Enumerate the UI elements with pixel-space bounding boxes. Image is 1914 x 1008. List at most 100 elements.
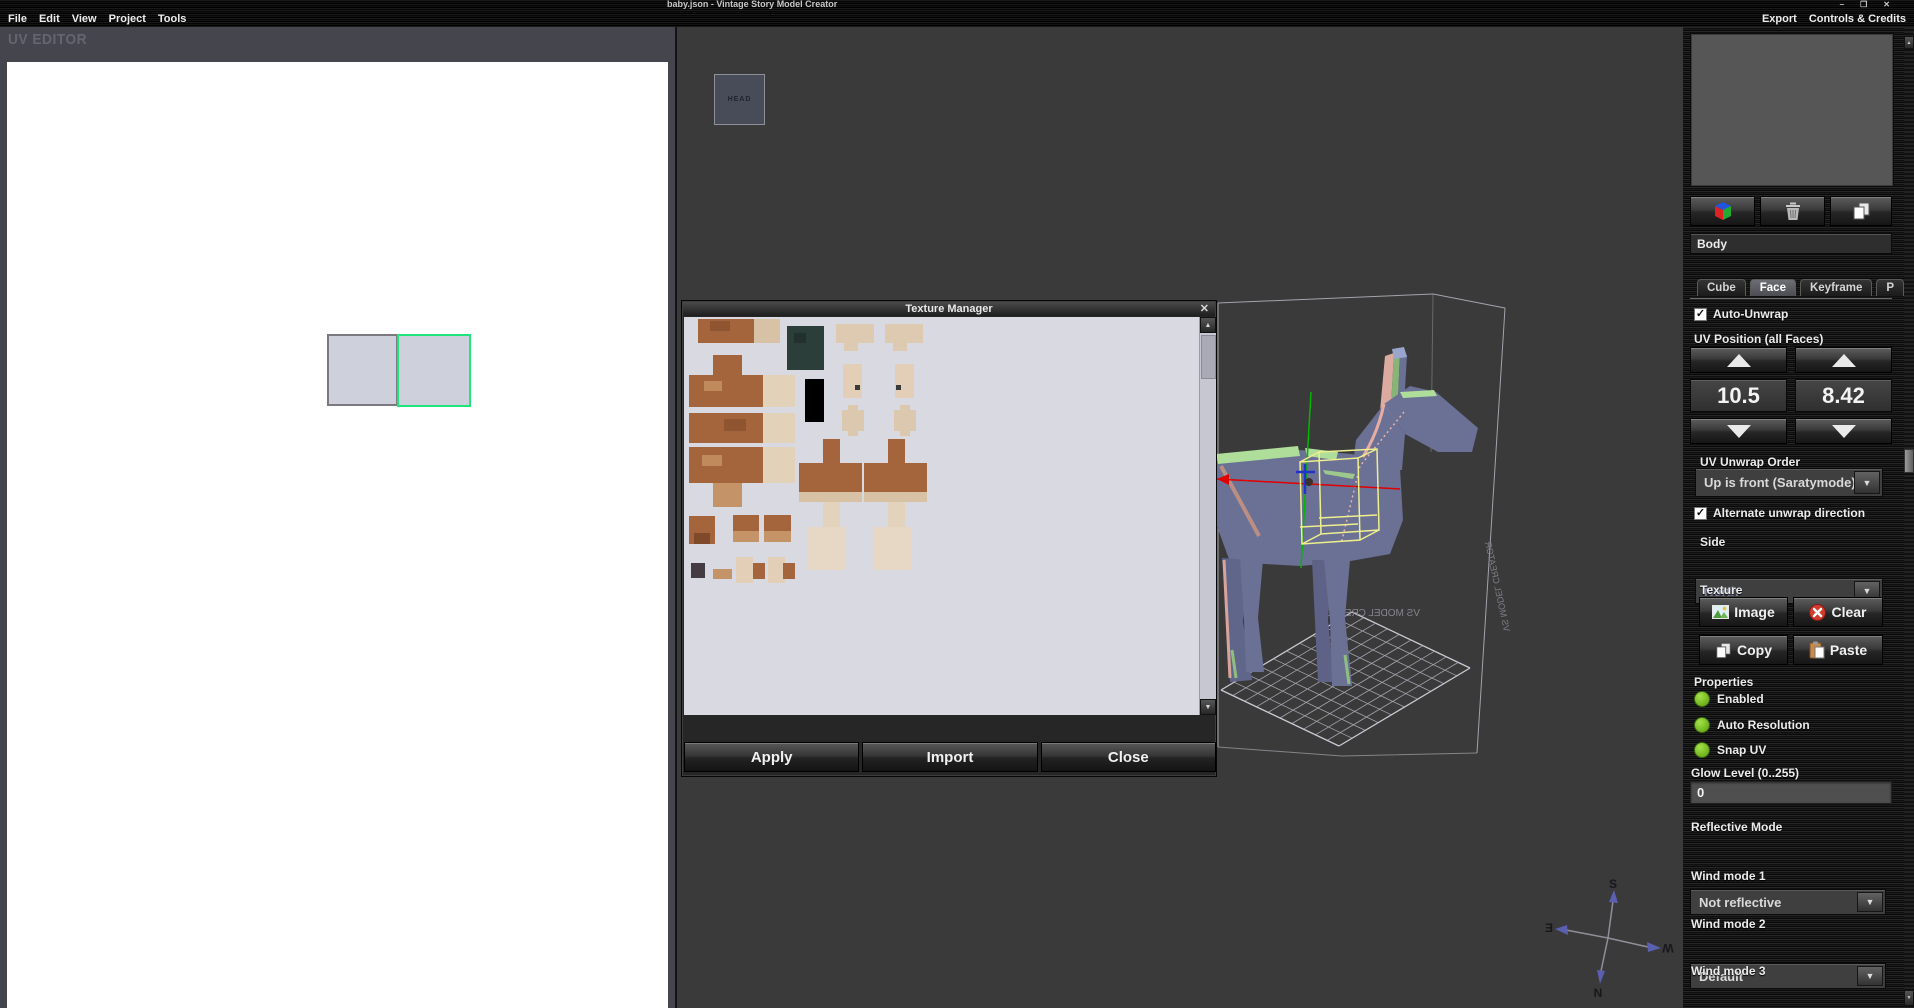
texture-sprite[interactable] [799, 463, 862, 492]
texture-sprite[interactable] [713, 483, 742, 507]
texture-sprite[interactable] [763, 375, 795, 407]
duplicate-button[interactable] [1830, 196, 1892, 226]
sidebar-scroll-up-icon[interactable]: ▲ [1904, 36, 1914, 49]
dialog-close-icon[interactable]: ✕ [1200, 302, 1209, 315]
scroll-down-icon[interactable]: ▼ [1200, 699, 1216, 715]
texture-sprite[interactable] [874, 527, 912, 570]
texture-sprite[interactable] [704, 381, 722, 391]
texture-sprite[interactable] [888, 502, 905, 531]
texture-sprite[interactable] [689, 375, 763, 407]
texture-sprite[interactable] [702, 455, 722, 466]
menu-project[interactable]: Project [103, 13, 152, 25]
texture-sprite[interactable] [713, 355, 742, 375]
menu-tools[interactable]: Tools [152, 13, 193, 25]
glow-level-input[interactable]: 0 [1690, 781, 1892, 804]
tab-keyframe[interactable]: Keyframe [1800, 279, 1872, 296]
texture-copy-button[interactable]: Copy [1699, 635, 1788, 665]
texture-sprite[interactable] [844, 343, 858, 351]
auto-unwrap-checkbox[interactable]: ✓ [1694, 308, 1707, 321]
texture-sprite[interactable] [694, 533, 710, 544]
texture-sprite[interactable] [823, 502, 840, 531]
texture-sprite[interactable] [808, 527, 846, 570]
texture-sprite[interactable] [689, 447, 763, 483]
reflective-mode-select[interactable]: Not reflective ▼ [1690, 889, 1886, 915]
texture-paste-button[interactable]: Paste [1793, 635, 1883, 665]
chevron-down-icon[interactable]: ▼ [1857, 892, 1883, 912]
sidebar-scroll-down-icon[interactable]: ▼ [1904, 990, 1914, 1006]
dialog-title-bar[interactable]: Texture Manager ✕ [683, 302, 1215, 316]
texture-sprite[interactable] [836, 324, 874, 343]
menu-export[interactable]: Export [1756, 13, 1803, 25]
texture-atlas-area[interactable]: ▲ ▼ [684, 317, 1216, 715]
texture-sprite[interactable] [733, 531, 759, 542]
texture-sprite[interactable] [896, 385, 901, 390]
texture-sprite[interactable] [768, 557, 785, 583]
texture-atlas[interactable] [684, 317, 1199, 715]
texture-sprite[interactable] [710, 321, 730, 331]
uv-editor-canvas[interactable] [7, 62, 668, 1008]
texture-sprite[interactable] [888, 439, 905, 463]
texture-sprite[interactable] [763, 447, 795, 483]
texture-sprite[interactable] [794, 333, 806, 343]
texture-sprite[interactable] [823, 439, 840, 463]
menu-file[interactable]: File [2, 13, 33, 25]
close-button[interactable]: Close [1041, 742, 1216, 772]
chevron-down-icon[interactable]: ▼ [1854, 471, 1880, 494]
sidebar-scroll-thumb[interactable] [1904, 449, 1914, 473]
texture-sprite[interactable] [855, 385, 860, 390]
texture-sprite[interactable] [783, 563, 795, 579]
uv-u-value[interactable]: 10.5 [1690, 379, 1787, 412]
tab-face[interactable]: Face [1750, 279, 1796, 296]
texture-sprite[interactable] [864, 463, 927, 492]
texture-sprite[interactable] [787, 326, 824, 370]
uv-v-increase-button[interactable] [1795, 347, 1892, 373]
texture-sprite[interactable] [864, 492, 927, 502]
texture-sprite[interactable] [843, 364, 862, 398]
chevron-down-icon[interactable]: ▼ [1857, 966, 1883, 986]
delete-button[interactable] [1760, 196, 1825, 226]
texture-sprite[interactable] [805, 379, 824, 422]
texture-sprite[interactable] [691, 563, 705, 578]
texture-sprite[interactable] [893, 343, 907, 351]
tab-cube[interactable]: Cube [1697, 279, 1746, 296]
toggle-auto-resolution[interactable]: Auto Resolution [1694, 717, 1810, 733]
texture-sprite[interactable] [764, 531, 791, 542]
texture-sprite[interactable] [736, 557, 753, 583]
alternate-unwrap-checkbox[interactable]: ✓ [1694, 507, 1707, 520]
texture-sprite[interactable] [885, 324, 923, 343]
texture-sprite[interactable] [753, 563, 765, 579]
texture-sprite[interactable] [848, 405, 858, 436]
dialog-scrollbar[interactable]: ▲ ▼ [1199, 317, 1216, 715]
toggle-snap-uv[interactable]: Snap UV [1694, 742, 1766, 758]
menu-view[interactable]: View [66, 13, 103, 25]
texture-sprite[interactable] [724, 419, 746, 431]
uv-v-value[interactable]: 8.42 [1795, 379, 1892, 412]
element-preview-box[interactable] [1690, 33, 1894, 187]
toggle-enabled[interactable]: Enabled [1694, 691, 1764, 707]
uv-u-decrease-button[interactable] [1690, 418, 1787, 444]
uv-quad-selected[interactable] [397, 334, 471, 407]
uv-unwrap-order-select[interactable]: Up is front (Saratymode) ▼ [1695, 468, 1883, 497]
scroll-up-icon[interactable]: ▲ [1200, 317, 1216, 333]
apply-button[interactable]: Apply [684, 742, 859, 772]
uv-u-increase-button[interactable] [1690, 347, 1787, 373]
texture-sprite[interactable] [754, 319, 780, 343]
texture-sprite[interactable] [900, 405, 910, 436]
texture-image-button[interactable]: Image [1699, 597, 1788, 627]
element-name-field[interactable]: Body [1690, 233, 1892, 254]
dialog-scroll-thumb[interactable] [1201, 335, 1216, 379]
texture-sprite[interactable] [763, 413, 795, 443]
close-icon[interactable]: ✕ [1883, 0, 1890, 9]
sidebar-scrollbar-track[interactable] [1904, 27, 1914, 1008]
menu-edit[interactable]: Edit [33, 13, 66, 25]
uv-v-decrease-button[interactable] [1795, 418, 1892, 444]
import-button[interactable]: Import [862, 742, 1037, 772]
restore-icon[interactable]: ❐ [1860, 0, 1867, 9]
texture-sprite[interactable] [799, 492, 862, 502]
cube-color-button[interactable] [1690, 196, 1755, 226]
texture-sprite[interactable] [895, 364, 914, 398]
texture-clear-button[interactable]: Clear [1793, 597, 1883, 627]
menu-controls-credits[interactable]: Controls & Credits [1803, 13, 1912, 25]
minimize-icon[interactable]: – [1840, 0, 1844, 9]
texture-sprite[interactable] [713, 569, 732, 579]
